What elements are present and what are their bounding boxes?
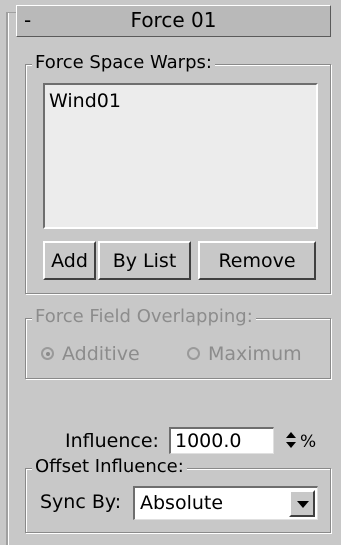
maximum-label: Maximum	[208, 343, 302, 365]
force-field-overlapping-label: Force Field Overlapping:	[32, 306, 256, 328]
by-list-button[interactable]: By List	[98, 241, 191, 280]
additive-radio[interactable]	[41, 347, 54, 360]
force-space-warps-label: Force Space Warps:	[32, 52, 215, 74]
dropdown-button[interactable]	[289, 490, 315, 517]
sync-by-dropdown[interactable]: Absolute	[133, 486, 318, 520]
force-list[interactable]: Wind01	[43, 83, 318, 229]
additive-label: Additive	[62, 343, 140, 365]
spinner-down-icon[interactable]	[286, 442, 296, 448]
sync-by-label: Sync By:	[40, 491, 122, 513]
rollout-frame-tick	[6, 12, 16, 13]
spinner-up-icon[interactable]	[286, 432, 296, 438]
add-button[interactable]: Add	[43, 241, 96, 280]
influence-unit: %	[300, 432, 317, 452]
list-item[interactable]: Wind01	[49, 90, 121, 112]
rollout-title[interactable]: Force 01	[16, 5, 331, 35]
offset-influence-label: Offset Influence:	[32, 456, 187, 478]
additive-radio-dot	[46, 352, 50, 356]
sync-by-value: Absolute	[140, 492, 224, 514]
chevron-down-icon	[297, 501, 309, 508]
remove-button[interactable]: Remove	[198, 241, 316, 280]
influence-label: Influence:	[65, 430, 159, 452]
influence-input[interactable]	[169, 427, 274, 454]
rollout-frame-edge	[6, 12, 8, 545]
influence-spinner[interactable]	[285, 430, 297, 452]
maximum-radio[interactable]	[187, 347, 200, 360]
